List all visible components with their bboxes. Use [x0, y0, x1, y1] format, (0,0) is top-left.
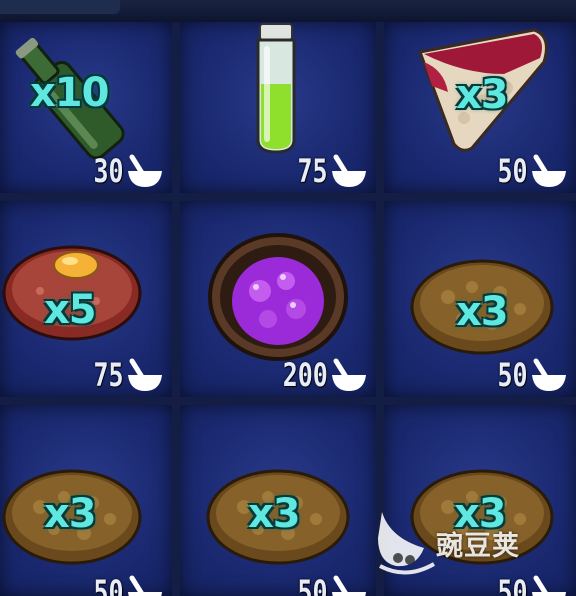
cost-value: 75 [297, 152, 328, 190]
mortar-pestle-icon [128, 358, 162, 391]
header-tab [0, 0, 120, 14]
craft-cost: 50 [85, 570, 164, 596]
inventory-slot-2[interactable]: 75 [180, 22, 376, 193]
inventory-slot-4[interactable]: x5 75 [0, 201, 172, 397]
craft-cost: 200 [270, 353, 368, 393]
craft-cost: 50 [489, 149, 568, 189]
mortar-pestle-icon [332, 154, 366, 187]
craft-cost: 50 [289, 570, 368, 596]
pea-logo-icon [378, 512, 435, 575]
item-quantity: x3 [248, 491, 301, 537]
craft-cost: 50 [489, 353, 568, 393]
cost-value: 30 [93, 152, 124, 190]
mortar-pestle-icon [128, 154, 162, 187]
item-quantity: x3 [456, 289, 509, 335]
cost-value: 50 [497, 356, 528, 394]
item-quantity: x3 [44, 491, 97, 537]
craft-cost: 30 [85, 149, 164, 189]
mortar-pestle-icon [332, 358, 366, 391]
cost-value: 50 [93, 573, 124, 596]
cost-value: 50 [297, 573, 328, 596]
item-quantity: x5 [44, 287, 97, 333]
mortar-pestle-icon [532, 358, 566, 391]
mortar-pestle-icon [128, 575, 162, 596]
inventory-slot-3[interactable]: x3 50 [384, 22, 576, 193]
mortar-pestle-icon [332, 575, 366, 596]
inventory-header-bar [0, 0, 576, 24]
item-quantity: x3 [456, 72, 509, 118]
cost-value: 75 [93, 356, 124, 394]
cost-value: 200 [282, 356, 328, 394]
craft-cost: 75 [85, 353, 164, 393]
inventory-slot-1[interactable]: x10 30 [0, 22, 172, 193]
mortar-pestle-icon [532, 154, 566, 187]
inventory-slot-5[interactable]: 200 [180, 201, 376, 397]
watermark: 豌豆荚 [376, 508, 546, 580]
inventory-slot-7[interactable]: x3 50 [0, 405, 172, 596]
inventory-slot-6[interactable]: x3 50 [384, 201, 576, 397]
watermark-text: 豌豆荚 [436, 531, 520, 562]
cost-value: 50 [497, 152, 528, 190]
craft-cost: 75 [289, 149, 368, 189]
item-quantity: x10 [30, 70, 109, 116]
inventory-slot-8[interactable]: x3 50 [180, 405, 376, 596]
